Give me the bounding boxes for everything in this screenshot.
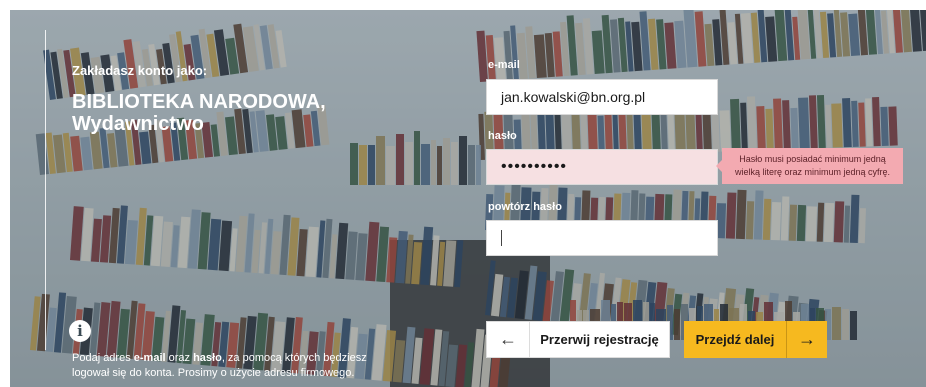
account-intro: Zakładasz konto jako: [72, 63, 208, 78]
arrow-left-icon: ← [487, 322, 530, 357]
organization-line-1: BIBLIOTEKA NARODOWA, [72, 91, 326, 113]
divider-line [45, 30, 46, 350]
cancel-registration-label: Przerwij rejestrację [540, 332, 659, 347]
repeat-password-field[interactable] [486, 220, 718, 256]
organization-name: BIBLIOTEKA NARODOWA, Wydawnictwo [72, 91, 392, 135]
info-text-part: oraz [165, 352, 194, 364]
organization-line-2: Wydawnictwo [72, 113, 204, 135]
email-field[interactable]: jan.kowalski@bn.org.pl [486, 79, 718, 115]
password-field[interactable]: •••••••••• [486, 149, 718, 185]
repeat-password-label: powtórz hasło [488, 201, 562, 213]
email-value: jan.kowalski@bn.org.pl [501, 89, 646, 105]
info-icon: i [69, 320, 91, 342]
registration-screen: Zakładasz konto jako: BIBLIOTEKA NARODOW… [0, 0, 926, 387]
password-label: hasło [488, 130, 517, 142]
password-error-tooltip: Hasło musi posiadać minimum jedną wielką… [716, 148, 903, 184]
next-step-button[interactable]: Przejdź dalej → [684, 321, 827, 358]
email-label: e-mail [488, 59, 520, 71]
cancel-registration-button[interactable]: ← Przerwij rejestrację [486, 321, 670, 358]
next-step-label: Przejdź dalej [695, 332, 775, 347]
password-value: •••••••••• [501, 158, 568, 175]
arrow-right-icon: → [786, 321, 827, 358]
info-text-bold: e-mail [133, 352, 166, 364]
info-text-bold: hasło [193, 352, 222, 364]
info-text: Podaj adres e-mail oraz hasło, za pomocą… [72, 351, 392, 381]
info-text-part: Podaj adres [72, 352, 134, 364]
text-caret [501, 230, 502, 246]
